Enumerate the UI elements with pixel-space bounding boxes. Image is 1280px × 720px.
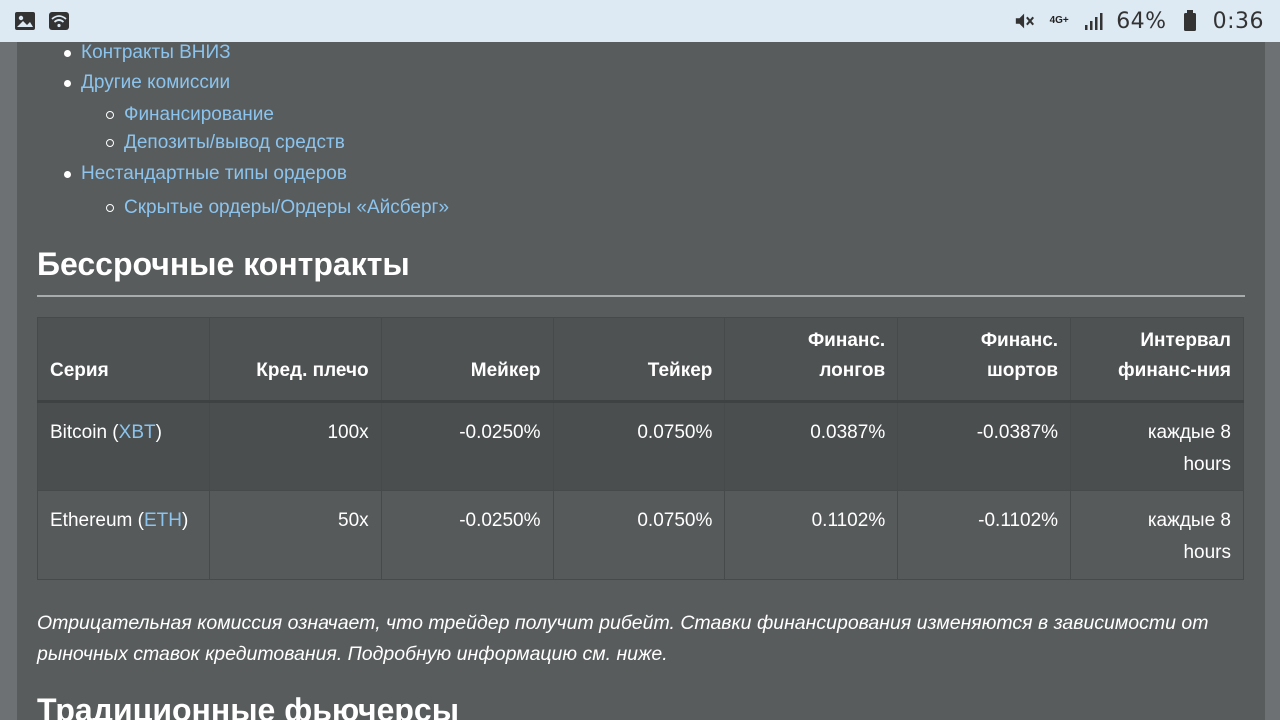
header-taker: Тейкер xyxy=(552,317,726,403)
toc-item-custom-orders[interactable]: Нестандартные типы ордеров xyxy=(64,163,347,185)
series-name: Ethereum ( xyxy=(50,510,144,531)
header-text: Интервал xyxy=(1140,330,1231,351)
table-row: Ethereum (ETH) 50x -0.0250% 0.0750% 0.11… xyxy=(37,490,1244,580)
network-type: 4G+ xyxy=(1049,15,1069,26)
header-funding-short: Финанс. шортов xyxy=(897,317,1072,403)
battery-percent: 64% xyxy=(1116,8,1167,34)
circle-bullet-icon xyxy=(106,139,114,147)
header-text: финанс-ния xyxy=(1118,360,1231,381)
circle-bullet-icon xyxy=(106,111,114,119)
toc-link[interactable]: Контракты ВНИЗ xyxy=(81,42,231,64)
toc-item-hidden-orders[interactable]: Скрытые ордеры/Ордеры «Айсберг» xyxy=(106,197,449,219)
cell-taker: 0.0750% xyxy=(552,401,726,491)
image-icon xyxy=(14,10,36,32)
header-funding-interval: Интервал финанс-ния xyxy=(1070,317,1244,403)
cell-maker: -0.0250% xyxy=(380,490,554,580)
cell-interval: каждые 8 hours xyxy=(1070,401,1244,491)
table-row: Bitcoin (XBT) 100x -0.0250% 0.0750% 0.03… xyxy=(37,401,1244,491)
cell-series: Bitcoin (XBT) xyxy=(37,401,210,491)
wifi-icon xyxy=(48,10,70,32)
section-divider xyxy=(37,295,1245,297)
bullet-icon xyxy=(64,49,71,57)
section-title: Бессрочные контракты xyxy=(37,246,410,282)
toc-item-contracts-down[interactable]: Контракты ВНИЗ xyxy=(64,42,231,64)
toc-link[interactable]: Нестандартные типы ордеров xyxy=(81,163,347,185)
interval-unit: hours xyxy=(1183,542,1231,563)
series-close: ) xyxy=(181,510,189,531)
cell-series: Ethereum (ETH) xyxy=(37,490,210,580)
signal-icon xyxy=(1082,10,1104,32)
clock: 0:36 xyxy=(1212,8,1264,34)
cell-interval: каждые 8 hours xyxy=(1070,490,1244,580)
next-section-title: Традиционные фьючерсы xyxy=(37,692,460,720)
interval-unit: hours xyxy=(1183,454,1231,475)
toc-link[interactable]: Депозиты/вывод средств xyxy=(124,132,345,154)
cell-maker: -0.0250% xyxy=(380,401,554,491)
header-leverage: Кред. плечо xyxy=(208,317,382,403)
cell-funding-long: 0.0387% xyxy=(724,401,899,491)
series-close: ) xyxy=(155,422,162,443)
status-bar: 4G+ 64% 0:36 xyxy=(0,0,1280,42)
bullet-icon xyxy=(64,170,71,178)
toc-link[interactable]: Другие комиссии xyxy=(81,72,230,94)
cell-taker: 0.0750% xyxy=(552,490,726,580)
circle-bullet-icon xyxy=(106,204,114,212)
cell-leverage: 50x xyxy=(208,490,382,580)
toc-item-other-fees[interactable]: Другие комиссии xyxy=(64,72,230,94)
toc-link[interactable]: Финансирование xyxy=(124,104,274,126)
cell-leverage: 100x xyxy=(208,401,382,491)
mute-icon xyxy=(1014,10,1036,32)
table-note: Отрицательная комиссия означает, что тре… xyxy=(37,612,1209,665)
cell-funding-long: 0.1102% xyxy=(724,490,899,580)
toc-item-funding[interactable]: Финансирование xyxy=(106,104,274,126)
series-name: Bitcoin ( xyxy=(50,422,119,443)
fees-table: Серия Кред. плечо Мейкер Тейкер Финанс. … xyxy=(37,317,1244,580)
symbol-link[interactable]: ETH xyxy=(144,510,182,531)
interval-text: каждые 8 xyxy=(1147,510,1231,531)
symbol-link[interactable]: XBT xyxy=(119,422,156,443)
header-maker: Мейкер xyxy=(380,317,554,403)
header-text: шортов xyxy=(986,360,1059,381)
toc-item-deposits[interactable]: Депозиты/вывод средств xyxy=(106,132,345,154)
interval-text: каждые 8 xyxy=(1147,422,1231,443)
table-header-row: Серия Кред. плечо Мейкер Тейкер Финанс. … xyxy=(37,317,1244,403)
battery-icon xyxy=(1179,10,1201,32)
header-text: Финанс. xyxy=(807,330,886,351)
article-page: Контракты ВНИЗ Другие комиссии Финансиро… xyxy=(17,42,1265,720)
cell-funding-short: -0.0387% xyxy=(897,401,1072,491)
header-series: Серия xyxy=(37,317,210,403)
bullet-icon xyxy=(64,79,71,87)
header-text: Финанс. xyxy=(980,330,1059,351)
toc-link[interactable]: Скрытые ордеры/Ордеры «Айсберг» xyxy=(124,197,449,219)
header-text: лонгов xyxy=(819,360,886,381)
header-funding-long: Финанс. лонгов xyxy=(724,317,899,403)
cell-funding-short: -0.1102% xyxy=(897,490,1072,580)
